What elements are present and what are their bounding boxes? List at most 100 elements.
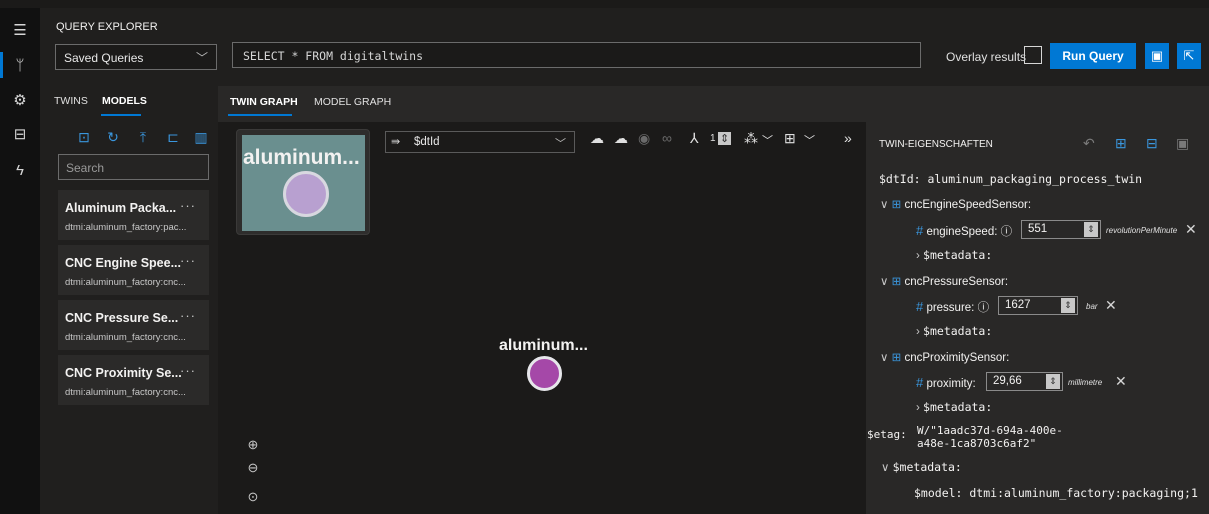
model-name: CNC Pressure Se...: [65, 311, 179, 325]
delete-icon[interactable]: ▥: [192, 128, 210, 146]
chevron-down-icon[interactable]: ∨: [880, 199, 888, 211]
left-rail: ☰ ᛘ ⚙ ⊟ ϟ: [0, 8, 40, 514]
tab-model-graph[interactable]: MODEL GRAPH: [314, 96, 391, 108]
lightning-icon[interactable]: ϟ: [8, 158, 32, 182]
chevron-right-icon[interactable]: ›: [916, 326, 920, 338]
twin-node-label: aluminum...: [499, 337, 588, 354]
chevron-down-icon[interactable]: ∨: [881, 462, 889, 474]
metadata-row[interactable]: › $metadata:: [916, 248, 992, 262]
property-row: # engineSpeed: ⓘ: [916, 223, 1012, 239]
info-icon[interactable]: ⓘ: [1001, 226, 1013, 238]
collapse-panel-icon[interactable]: »: [844, 130, 852, 146]
more-options-icon[interactable]: ···: [180, 198, 196, 213]
relationships-icon[interactable]: ⅄: [690, 130, 699, 147]
undo-icon[interactable]: ↶: [1083, 135, 1095, 152]
graph-minimap[interactable]: aluminum...: [236, 129, 370, 235]
overlay-results-label: Overlay results: [946, 50, 1027, 64]
models-icon[interactable]: ⚙: [8, 88, 32, 112]
component-icon: ⊞: [891, 352, 902, 364]
model-property: $model: dtmi:aluminum_factory:packaging;…: [914, 486, 1198, 500]
component-row[interactable]: ∨ ⊞ cncEngineSpeedSensor:: [880, 197, 1031, 211]
model-card[interactable]: CNC Engine Spee... ··· dtmi:aluminum_fac…: [58, 245, 209, 295]
spin-icon[interactable]: ⇕: [1046, 374, 1060, 389]
more-options-icon[interactable]: ···: [180, 308, 196, 323]
view-icon[interactable]: ◉: [638, 130, 650, 147]
hash-icon: #: [916, 375, 924, 390]
label-property-dropdown[interactable]: ⇛ $dtId ﹀: [385, 131, 575, 153]
collapse-all-icon[interactable]: ⊟: [1146, 135, 1158, 152]
tab-twin-graph[interactable]: TWIN GRAPH: [230, 96, 298, 108]
model-card[interactable]: Aluminum Packa... ··· dtmi:aluminum_fact…: [58, 190, 209, 240]
remove-icon[interactable]: ✕: [1105, 297, 1117, 314]
fit-view-icon[interactable]: ⊙: [242, 486, 264, 508]
model-card[interactable]: CNC Pressure Se... ··· dtmi:aluminum_fac…: [58, 300, 209, 350]
layer-count: 1: [710, 133, 716, 144]
save-icon[interactable]: ▣: [1176, 135, 1189, 152]
model-id: dtmi:aluminum_factory:pac...: [65, 222, 187, 233]
tab-models[interactable]: MODELS: [102, 95, 147, 107]
cloud-upload-icon[interactable]: ☁: [614, 130, 628, 147]
folder-upload-icon[interactable]: ⊏: [164, 128, 182, 146]
chevron-down-icon[interactable]: ﹀: [762, 132, 773, 148]
models-panel: TWINS MODELS ⊡ ↻ ⤒ ⊏ ▥ Search Aluminum P…: [40, 86, 218, 514]
hamburger-icon[interactable]: ☰: [8, 18, 32, 42]
chevron-right-icon[interactable]: ›: [916, 402, 920, 414]
component-row[interactable]: ∨ ⊞ cncProximitySensor:: [880, 350, 1009, 364]
metadata-row[interactable]: › $metadata:: [916, 400, 992, 414]
tab-active-underline: [101, 114, 141, 116]
more-options-icon[interactable]: ···: [180, 253, 196, 268]
model-id: dtmi:aluminum_factory:cnc...: [65, 332, 186, 343]
layout-icon[interactable]: ⁂: [744, 130, 758, 147]
root-metadata-row[interactable]: ∨ $metadata:: [881, 460, 962, 474]
chevron-down-icon[interactable]: ∨: [880, 276, 888, 288]
model-search-input[interactable]: Search: [58, 154, 209, 180]
table-icon[interactable]: ⊞: [784, 130, 796, 147]
saved-queries-label: Saved Queries: [64, 51, 144, 65]
metadata-row[interactable]: › $metadata:: [916, 324, 992, 338]
saved-queries-dropdown[interactable]: Saved Queries ﹀: [55, 44, 217, 70]
query-input[interactable]: SELECT * FROM digitaltwins: [232, 42, 921, 68]
zoom-in-icon[interactable]: ⊕: [242, 434, 264, 456]
component-icon: ⊞: [891, 276, 902, 288]
metadata-label: $metadata:: [923, 324, 993, 338]
zoom-out-icon[interactable]: ⊖: [242, 457, 264, 479]
spin-icon[interactable]: ⇕: [1061, 298, 1075, 313]
chevron-down-icon[interactable]: ﹀: [804, 132, 815, 148]
run-query-button[interactable]: Run Query: [1050, 43, 1136, 69]
refresh-icon[interactable]: ↻: [104, 128, 122, 146]
hash-icon: #: [916, 299, 924, 314]
property-row: # proximity:: [916, 375, 976, 390]
overlay-results-checkbox[interactable]: [1024, 46, 1042, 64]
cloud-download-icon[interactable]: ☁: [590, 130, 604, 147]
chevron-right-icon[interactable]: ›: [916, 250, 920, 262]
model-id: dtmi:aluminum_factory:cnc...: [65, 277, 186, 288]
model-name: CNC Proximity Se...: [65, 366, 182, 380]
models-toolbar: ⊡ ↻ ⤒ ⊏ ▥: [40, 124, 218, 148]
etag-value-line2: a48e-1ca8703c6af2": [917, 437, 1037, 450]
spin-icon[interactable]: ⇕: [1084, 222, 1098, 237]
chevron-down-icon[interactable]: ∨: [880, 352, 888, 364]
remove-icon[interactable]: ✕: [1115, 373, 1127, 390]
tab-twins[interactable]: TWINS: [54, 95, 88, 107]
layer-spin-icon[interactable]: ⇕: [718, 132, 732, 145]
info-icon[interactable]: ⓘ: [978, 302, 990, 314]
component-row[interactable]: ∨ ⊞ cncPressureSensor:: [880, 274, 1008, 288]
share-query-icon[interactable]: ⇱: [1177, 43, 1201, 69]
twin-node[interactable]: [527, 356, 562, 391]
link-icon[interactable]: ∞: [662, 130, 672, 146]
model-card[interactable]: CNC Proximity Se... ··· dtmi:aluminum_fa…: [58, 355, 209, 405]
more-options-icon[interactable]: ···: [180, 363, 196, 378]
component-name: cncProximitySensor:: [904, 352, 1010, 364]
image-upload-icon[interactable]: ⊡: [75, 128, 93, 146]
hash-icon: #: [916, 223, 924, 238]
property-row: # pressure: ⓘ: [916, 299, 989, 315]
graph-icon[interactable]: ᛘ: [8, 53, 32, 77]
label-icon: ⇛: [391, 136, 401, 148]
metadata-label: $metadata:: [923, 400, 993, 414]
save-query-icon[interactable]: ▣: [1145, 43, 1169, 69]
expand-all-icon[interactable]: ⊞: [1115, 135, 1127, 152]
query-explorer-bar: QUERY EXPLORER Saved Queries ﹀ SELECT * …: [40, 8, 1209, 86]
briefcase-icon[interactable]: ⊟: [8, 122, 32, 146]
upload-icon[interactable]: ⤒: [134, 128, 152, 146]
remove-icon[interactable]: ✕: [1185, 221, 1197, 238]
